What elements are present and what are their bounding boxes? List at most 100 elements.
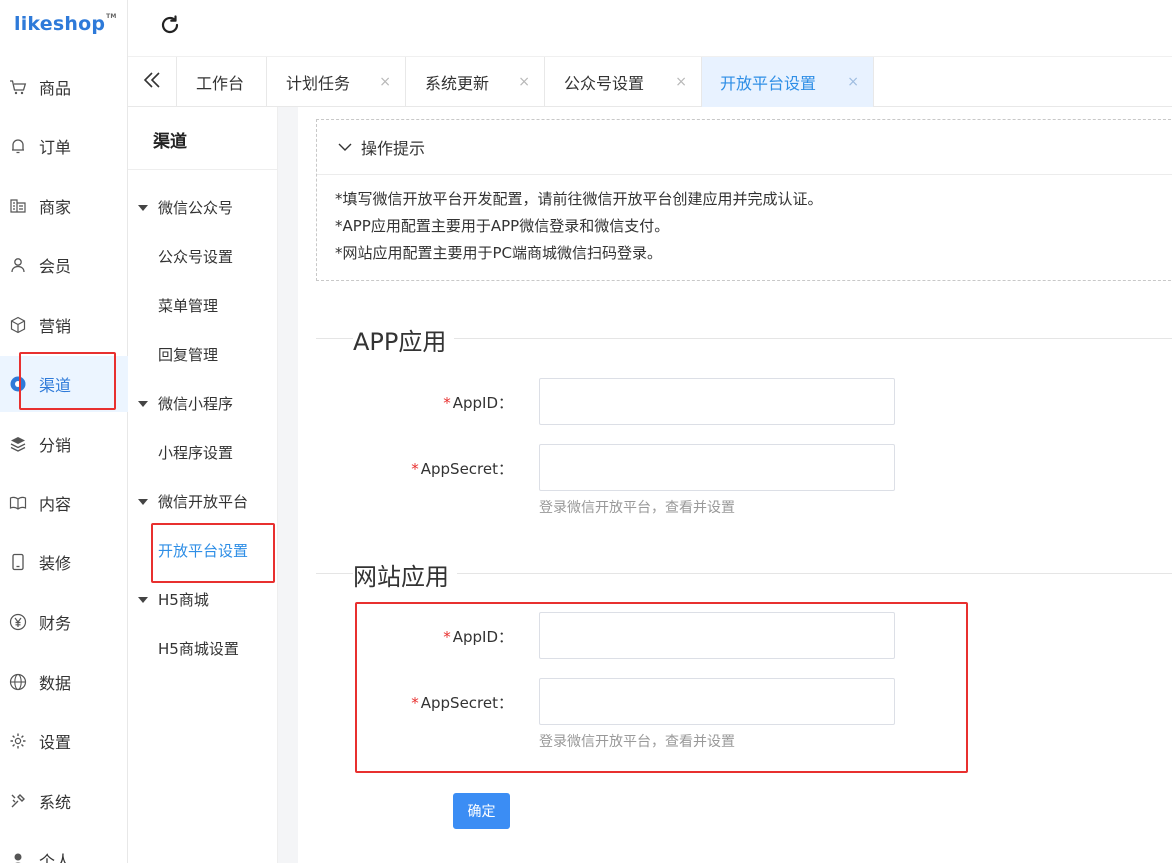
sidebar-item-label: 内容	[39, 495, 72, 514]
caret-down-icon	[138, 204, 148, 211]
required-mark: *	[443, 394, 451, 412]
sidebar-item-content[interactable]: 内容	[0, 475, 128, 531]
layers-icon	[9, 435, 27, 453]
tab-system-update[interactable]: 系统更新 ×	[406, 57, 545, 107]
sidebar-item-merchants[interactable]: 商家	[0, 178, 128, 234]
store-icon	[9, 197, 27, 215]
operation-tips-panel: 操作提示 *填写微信开放平台开发配置，请前往微信开放平台创建应用并完成认证。 *…	[316, 119, 1172, 281]
sidebar-item-decoration[interactable]: 装修	[0, 534, 128, 590]
sidebar-item-label: 财务	[39, 614, 72, 633]
group-label: 微信小程序	[158, 395, 234, 413]
tab-label: 开放平台设置	[720, 74, 817, 93]
required-mark: *	[411, 460, 419, 478]
submenu-item-miniprogram-settings[interactable]: 小程序设置	[158, 442, 233, 463]
sidebar-item-label: 分销	[39, 436, 72, 455]
globe-icon	[9, 673, 27, 691]
sidebar-item-members[interactable]: 会员	[0, 237, 128, 293]
web-section-title: 网站应用	[353, 557, 457, 592]
tab-scheduled-tasks[interactable]: 计划任务 ×	[267, 57, 406, 107]
sidebar-item-data[interactable]: 数据	[0, 654, 128, 710]
sidebar-item-label: 装修	[39, 554, 72, 573]
collapse-button[interactable]	[128, 57, 177, 107]
operation-tips-header[interactable]: 操作提示	[317, 120, 1172, 175]
sidebar-item-label: 设置	[39, 733, 72, 752]
tab-label: 计划任务	[286, 74, 351, 93]
sidebar-item-label: 商家	[39, 198, 72, 217]
sidebar-item-finance[interactable]: 财务	[0, 594, 128, 650]
main-sidebar: likeshopTM 商品 订单 商家 会员 营销 渠道 分销 内容 装修 财务	[0, 0, 128, 863]
channel-submenu: 渠道 微信公众号 公众号设置 菜单管理 回复管理 微信小程序 小程序设置 微信开…	[128, 107, 278, 863]
gear-icon	[9, 732, 27, 750]
chevron-down-icon	[337, 139, 353, 155]
required-mark: *	[443, 628, 451, 646]
group-label: H5商城	[158, 591, 209, 609]
sidebar-item-settings[interactable]: 设置	[0, 713, 128, 769]
top-bar	[128, 0, 1172, 57]
sidebar-item-label: 营销	[39, 317, 72, 336]
tab-label: 公众号设置	[564, 74, 645, 93]
web-secret-label: * AppSecret：	[411, 694, 513, 712]
submenu-title: 渠道	[153, 132, 187, 152]
submenu-item-reply-management[interactable]: 回复管理	[158, 344, 218, 365]
web-secret-hint: 登录微信开放平台，查看并设置	[539, 734, 735, 750]
refresh-icon[interactable]	[158, 13, 182, 37]
group-wechat-official[interactable]: 微信公众号	[138, 197, 233, 218]
submenu-item-menu-management[interactable]: 菜单管理	[158, 295, 218, 316]
yen-icon	[9, 613, 27, 631]
close-icon[interactable]: ×	[518, 74, 530, 90]
web-secret-input[interactable]	[539, 678, 895, 725]
sidebar-item-goods[interactable]: 商品	[0, 59, 128, 115]
app-secret-label: * AppSecret：	[411, 460, 513, 478]
cart-icon	[9, 78, 27, 96]
user-icon	[9, 256, 27, 274]
channel-icon	[9, 375, 27, 393]
sidebar-item-label: 数据	[39, 674, 72, 693]
sidebar-item-system[interactable]: 系统	[0, 773, 128, 829]
group-wechat-open-platform[interactable]: 微信开放平台	[138, 491, 248, 512]
content-gutter	[278, 107, 298, 863]
app-secret-input[interactable]	[539, 444, 895, 491]
sidebar-item-label: 个人	[39, 852, 72, 863]
required-mark: *	[411, 694, 419, 712]
submenu-divider	[128, 169, 278, 170]
tip-line: *填写微信开放平台开发配置，请前往微信开放平台创建应用并完成认证。	[335, 190, 823, 208]
tab-open-platform-settings[interactable]: 开放平台设置 ×	[702, 57, 874, 107]
group-wechat-miniprogram[interactable]: 微信小程序	[138, 393, 233, 414]
sidebar-item-label: 商品	[39, 79, 72, 98]
close-icon[interactable]: ×	[675, 74, 687, 90]
close-icon[interactable]: ×	[379, 74, 391, 90]
sidebar-item-orders[interactable]: 订单	[0, 118, 128, 174]
submenu-item-open-platform-settings[interactable]: 开放平台设置	[158, 540, 248, 561]
sidebar-item-personal[interactable]: 个人	[0, 832, 128, 863]
app-secret-hint: 登录微信开放平台，查看并设置	[539, 500, 735, 516]
sidebar-item-distribution[interactable]: 分销	[0, 416, 128, 472]
app-section-title: APP应用	[353, 322, 455, 357]
web-appid-input[interactable]	[539, 612, 895, 659]
confirm-button[interactable]: 确定	[453, 793, 510, 829]
bell-icon	[9, 137, 27, 155]
caret-down-icon	[138, 498, 148, 505]
tip-line: *网站应用配置主要用于PC端商城微信扫码登录。	[335, 244, 663, 262]
group-label: 微信公众号	[158, 199, 234, 217]
tab-official-account-settings[interactable]: 公众号设置 ×	[545, 57, 702, 107]
tab-label: 系统更新	[425, 74, 490, 93]
tab-workbench[interactable]: 工作台	[177, 57, 267, 107]
double-chevron-left-icon	[142, 70, 162, 94]
book-icon	[9, 494, 27, 512]
sidebar-item-marketing[interactable]: 营销	[0, 297, 128, 353]
tools-icon	[9, 792, 27, 810]
close-icon[interactable]: ×	[847, 74, 859, 90]
web-appid-label: * AppID：	[443, 628, 513, 646]
submenu-item-official-settings[interactable]: 公众号设置	[158, 246, 233, 267]
caret-down-icon	[138, 596, 148, 603]
likeshop-logo[interactable]: likeshopTM	[14, 13, 117, 41]
app-appid-label: * AppID：	[443, 394, 513, 412]
sidebar-item-label: 会员	[39, 257, 72, 276]
group-h5-mall[interactable]: H5商城	[138, 589, 209, 610]
submenu-item-h5-settings[interactable]: H5商城设置	[158, 638, 239, 659]
tab-bar: 工作台 计划任务 × 系统更新 × 公众号设置 × 开放平台设置 ×	[128, 57, 1172, 107]
cube-icon	[9, 316, 27, 334]
person-icon	[9, 851, 27, 863]
sidebar-item-channel[interactable]: 渠道	[0, 356, 128, 412]
app-appid-input[interactable]	[539, 378, 895, 425]
